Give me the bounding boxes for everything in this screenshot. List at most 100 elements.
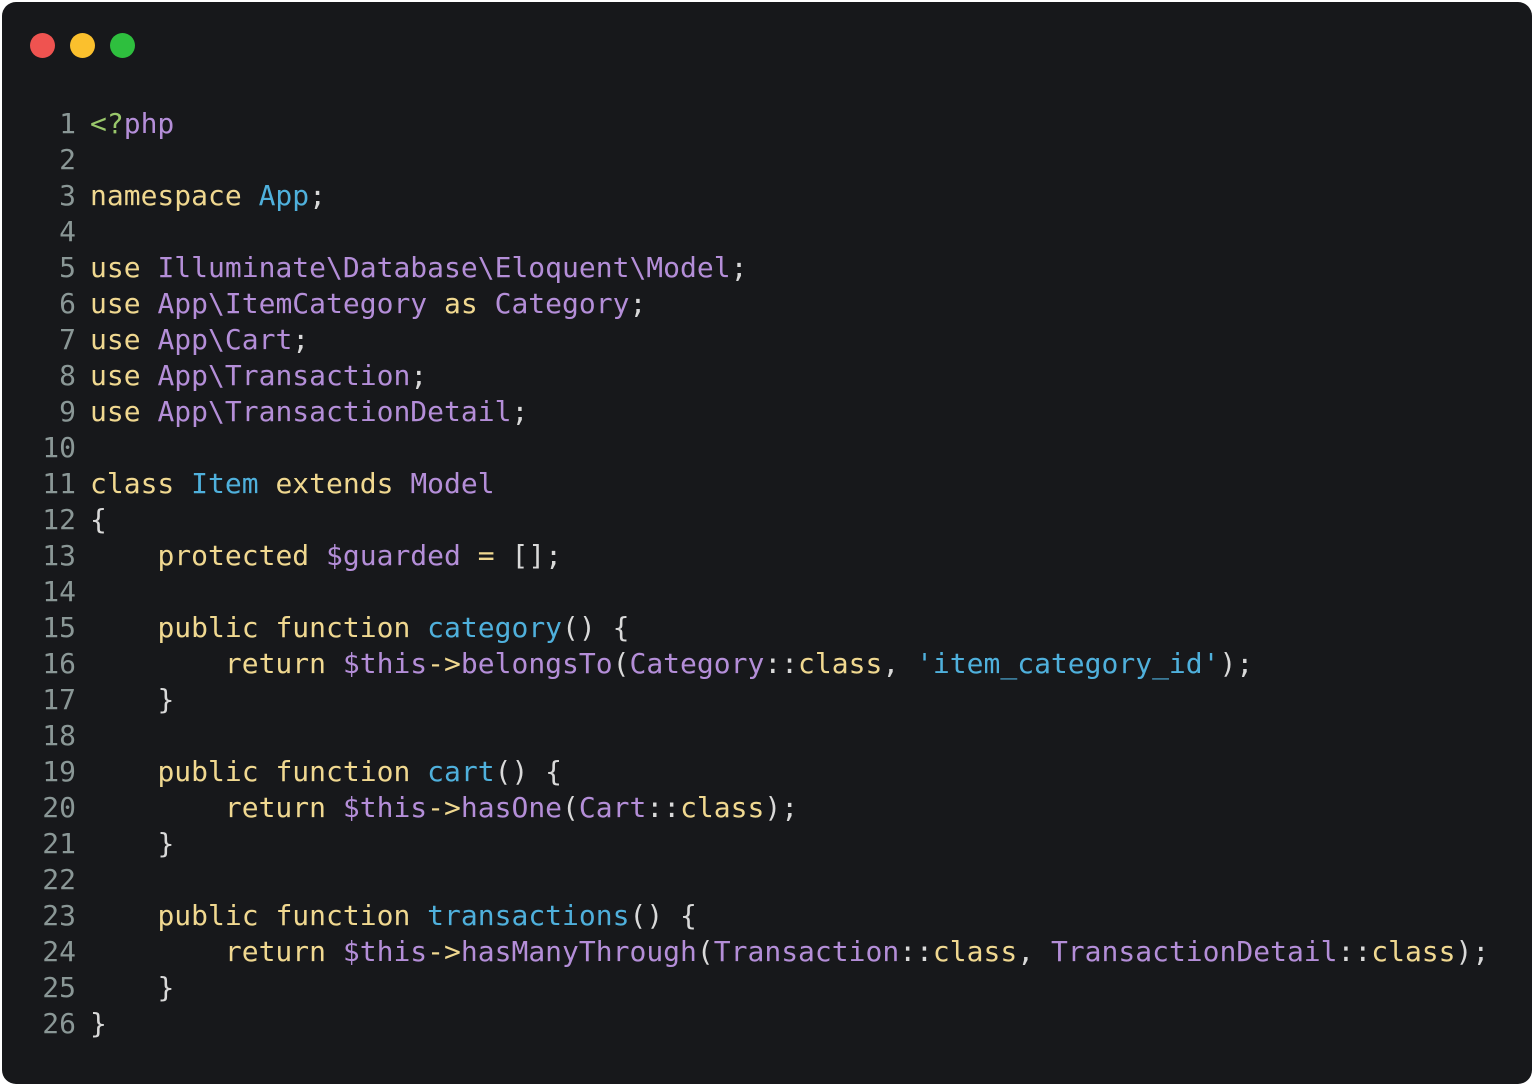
code-line: 5 use Illuminate\Database\Eloquent\Model;	[2, 250, 1489, 286]
code-token: );	[1455, 935, 1490, 968]
code-token: public	[157, 611, 259, 644]
code-token: public	[157, 755, 259, 788]
line-number: 10	[42, 431, 76, 464]
minimize-dot-icon[interactable]	[70, 33, 95, 58]
line-number: 24	[42, 935, 76, 968]
code-block: 1 <?php 2 3 namespace App; 4 5 use Illuminate\D…	[2, 106, 1489, 1042]
code-line: 21 }	[2, 826, 1489, 862]
code-token: TransactionDetail	[1050, 935, 1338, 968]
code-token: }	[157, 971, 175, 1004]
code-token: as	[444, 287, 478, 320]
code-token: belongsTo	[460, 647, 613, 680]
line-code: }	[90, 682, 174, 718]
window-titlebar	[2, 2, 1532, 92]
code-token: (	[562, 791, 579, 824]
code-token: function	[275, 611, 411, 644]
code-line: 19 public function cart() {	[2, 754, 1489, 790]
line-number: 5	[59, 251, 76, 284]
code-token: ->	[427, 791, 461, 824]
code-token: ::	[646, 791, 681, 824]
code-line: 23 public function transactions() {	[2, 898, 1489, 934]
code-token: $this	[342, 791, 428, 824]
code-line: 20 return $this->hasOne(Cart::class);	[2, 790, 1489, 826]
code-token: class	[90, 467, 175, 500]
maximize-dot-icon[interactable]	[110, 33, 135, 58]
code-line: 11 class Item extends Model	[2, 466, 1489, 502]
code-token: Transaction	[713, 935, 900, 968]
line-number: 15	[42, 611, 76, 644]
code-window: 1 <?php 2 3 namespace App; 4 5 use Illuminate\D…	[2, 2, 1532, 1084]
code-token: ;	[309, 179, 327, 212]
line-code: use App\TransactionDetail;	[90, 394, 528, 430]
line-code: return $this->belongsTo(Category::class,…	[90, 646, 1253, 682]
code-line: 8 use App\Transaction;	[2, 358, 1489, 394]
code-line: 15 public function category() {	[2, 610, 1489, 646]
line-code: public function category() {	[90, 610, 629, 646]
line-number: 7	[59, 323, 76, 356]
code-token: Item	[191, 467, 259, 500]
code-token: App\Cart	[157, 323, 293, 356]
line-code: }	[90, 970, 174, 1006]
code-token: hasManyThrough	[460, 935, 697, 968]
code-token: hasOne	[460, 791, 563, 824]
line-number: 3	[59, 179, 76, 212]
code-token: ;	[292, 323, 310, 356]
line-code: use Illuminate\Database\Eloquent\Model;	[90, 250, 747, 286]
line-code: return $this->hasOne(Cart::class);	[90, 790, 798, 826]
code-line: 1 <?php	[2, 106, 1489, 142]
code-token: () {	[629, 899, 697, 932]
line-number: 18	[42, 719, 76, 752]
code-token: =	[477, 539, 495, 572]
code-token: ::	[1337, 935, 1372, 968]
code-line: 10	[2, 430, 1489, 466]
code-line: 13 protected $guarded = [];	[2, 538, 1489, 574]
code-line: 25 }	[2, 970, 1489, 1006]
code-token: category	[427, 611, 563, 644]
code-token: }	[90, 1007, 107, 1040]
code-line: 17 }	[2, 682, 1489, 718]
code-token: cart	[427, 755, 495, 788]
code-token: ,	[1017, 935, 1051, 968]
line-code: }	[90, 826, 174, 862]
code-token: () {	[494, 755, 563, 788]
line-number: 16	[42, 647, 76, 680]
code-token: protected	[157, 539, 310, 572]
code-token: class	[1371, 935, 1456, 968]
code-token: class	[798, 647, 883, 680]
code-line: 7 use App\Cart;	[2, 322, 1489, 358]
line-code: class Item extends Model	[90, 466, 495, 502]
close-dot-icon[interactable]	[30, 33, 55, 58]
code-line: 14	[2, 574, 1489, 610]
line-number: 9	[59, 395, 76, 428]
code-token: Category	[629, 647, 765, 680]
line-number: 12	[42, 503, 76, 536]
code-token: }	[157, 827, 175, 860]
line-number: 20	[42, 791, 76, 824]
line-number: 21	[42, 827, 76, 860]
code-token: return	[224, 647, 327, 680]
code-line: 6 use App\ItemCategory as Category;	[2, 286, 1489, 322]
code-token: function	[275, 755, 411, 788]
line-code: <?php	[90, 106, 174, 142]
code-token: App\TransactionDetail	[157, 395, 512, 428]
code-token: ;	[410, 359, 428, 392]
line-number: 1	[59, 107, 76, 140]
code-token: use	[90, 359, 141, 392]
code-token: Illuminate\Database\Eloquent\Model	[157, 251, 731, 284]
